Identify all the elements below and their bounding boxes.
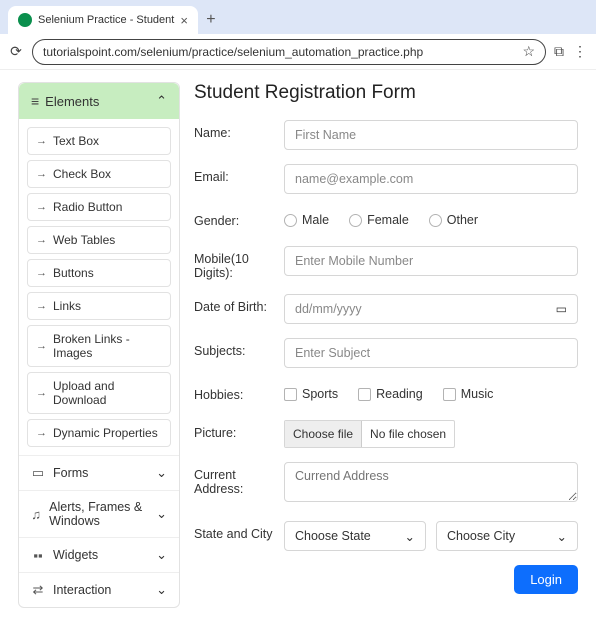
dob-input[interactable]: dd/mm/yyyy▭ [284,294,578,324]
calendar-icon: ▭ [556,302,567,316]
chevron-up-icon: ⌃ [156,93,167,109]
login-button[interactable]: Login [514,565,578,594]
label-dob: Date of Birth: [194,294,284,314]
sidebar-item-dynamic-properties[interactable]: →Dynamic Properties [27,419,171,447]
label-gender: Gender: [194,208,284,228]
sidebar-item-upload-download[interactable]: →Upload and Download [27,372,171,414]
checkbox-sports[interactable]: Sports [284,387,338,401]
tab-title: Selenium Practice - Student [38,14,174,26]
chevron-down-icon: ⌄ [557,529,567,544]
sidebar-section-interaction[interactable]: ⇄Interaction ⌄ [19,572,179,607]
sidebar-item-buttons[interactable]: →Buttons [27,259,171,287]
browser-tab-bar: Selenium Practice - Student × + [0,0,596,34]
menu-icon[interactable]: ⋮ [572,43,588,60]
sidebar-section-elements[interactable]: ≡ Elements ⌃ [19,83,179,119]
chevron-down-icon: ⌄ [156,547,167,563]
hamburger-icon: ≡ [31,93,39,109]
arrow-icon: → [36,300,47,312]
sidebar-section-forms[interactable]: ▭Forms ⌄ [19,455,179,490]
radio-male[interactable]: Male [284,213,329,227]
bookmark-icon[interactable]: ☆ [522,43,535,60]
sidebar-item-broken-links[interactable]: →Broken Links - Images [27,325,171,367]
chevron-down-icon: ⌄ [156,582,167,598]
reload-icon[interactable]: ⟳ [8,43,24,60]
arrow-icon: → [36,234,47,246]
checkbox-icon [284,388,297,401]
arrow-icon: → [36,135,47,147]
label-email: Email: [194,164,284,184]
checkbox-reading[interactable]: Reading [358,387,423,401]
main-content: Student Registration Form Name: Email: G… [194,82,578,608]
sidebar-items: →Text Box →Check Box →Radio Button →Web … [19,119,179,455]
file-input[interactable]: Choose fileNo file chosen [284,420,455,448]
label-state-city: State and City [194,521,284,541]
city-select[interactable]: Choose City⌄ [436,521,578,551]
label-address: Current Address: [194,462,284,496]
radio-icon [429,214,442,227]
url-field[interactable]: tutorialspoint.com/selenium/practice/sel… [32,39,546,65]
checkbox-music[interactable]: Music [443,387,494,401]
arrow-icon: → [36,168,47,180]
close-icon[interactable]: × [180,13,188,28]
radio-icon [349,214,362,227]
choose-file-button[interactable]: Choose file [285,421,362,447]
arrow-icon: → [36,340,47,352]
favicon-icon [18,13,32,27]
subjects-input[interactable] [284,338,578,368]
address-bar: ⟳ tutorialspoint.com/selenium/practice/s… [0,34,596,70]
arrow-icon: → [36,427,47,439]
extensions-icon[interactable]: ⧉ [554,43,564,60]
sidebar-item-web-tables[interactable]: →Web Tables [27,226,171,254]
label-mobile: Mobile(10 Digits): [194,246,284,280]
sidebar-item-text-box[interactable]: →Text Box [27,127,171,155]
sidebar-item-check-box[interactable]: →Check Box [27,160,171,188]
label-name: Name: [194,120,284,140]
chevron-down-icon: ⌄ [156,506,167,522]
checkbox-icon [358,388,371,401]
radio-other[interactable]: Other [429,213,478,227]
forms-icon: ▭ [31,465,45,481]
name-input[interactable] [284,120,578,150]
sidebar-header-label: Elements [45,94,99,109]
file-status: No file chosen [362,421,454,447]
radio-icon [284,214,297,227]
new-tab-button[interactable]: + [198,6,224,34]
chevron-down-icon: ⌄ [405,529,415,544]
arrow-icon: → [36,267,47,279]
browser-tab[interactable]: Selenium Practice - Student × [8,6,198,34]
sidebar-section-alerts[interactable]: ♫Alerts, Frames & Windows ⌄ [19,490,179,537]
url-text: tutorialspoint.com/selenium/practice/sel… [43,45,423,59]
sidebar: ≡ Elements ⌃ →Text Box →Check Box →Radio… [18,82,180,608]
radio-female[interactable]: Female [349,213,409,227]
sidebar-item-links[interactable]: →Links [27,292,171,320]
address-input[interactable] [284,462,578,502]
state-select[interactable]: Choose State⌄ [284,521,426,551]
sidebar-section-widgets[interactable]: ▪▪Widgets ⌄ [19,537,179,572]
bell-icon: ♫ [31,507,41,522]
label-hobbies: Hobbies: [194,382,284,402]
arrow-icon: → [36,201,47,213]
label-subjects: Subjects: [194,338,284,358]
label-picture: Picture: [194,420,284,440]
mobile-input[interactable] [284,246,578,276]
email-input[interactable] [284,164,578,194]
checkbox-icon [443,388,456,401]
interaction-icon: ⇄ [31,582,45,598]
widgets-icon: ▪▪ [31,548,45,563]
sidebar-item-radio-button[interactable]: →Radio Button [27,193,171,221]
chevron-down-icon: ⌄ [156,465,167,481]
arrow-icon: → [36,387,47,399]
page-title: Student Registration Form [194,82,578,104]
